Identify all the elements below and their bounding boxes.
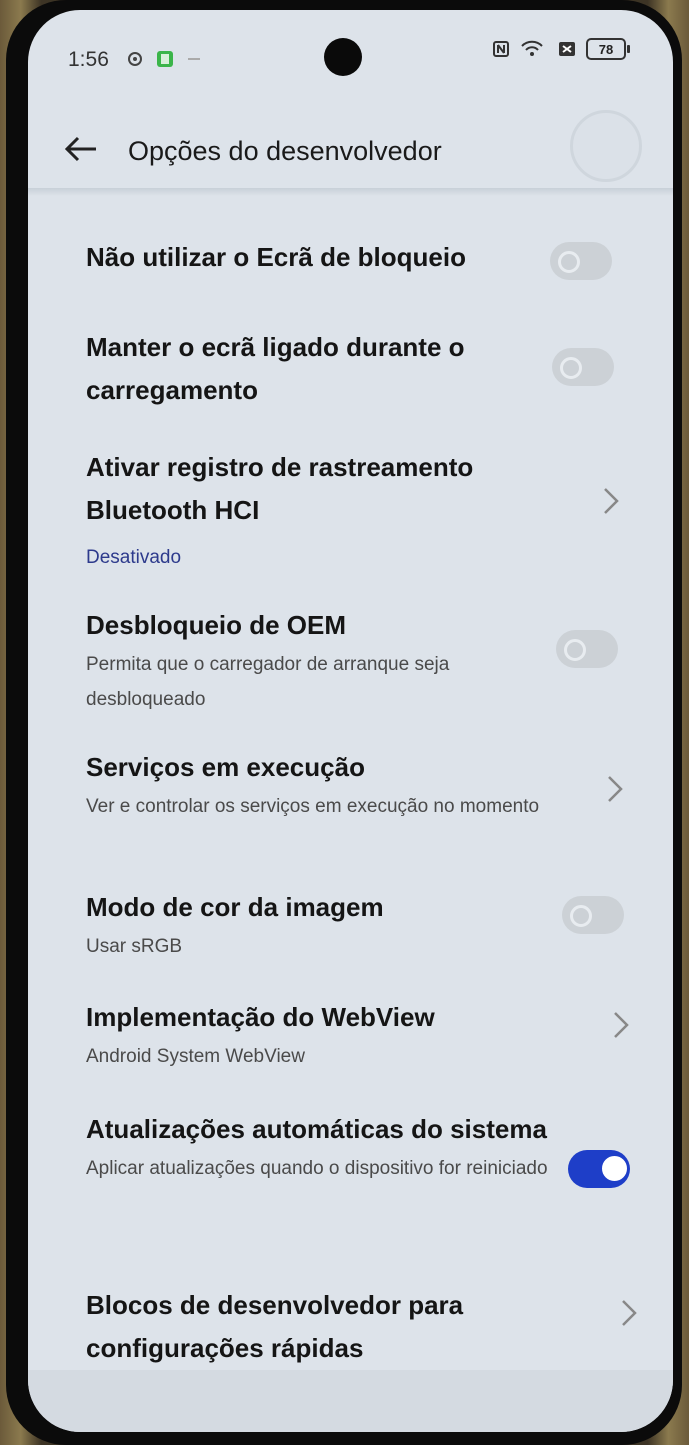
toggle-knob — [560, 357, 582, 379]
floating-button[interactable] — [570, 110, 642, 182]
settings-gear-icon — [128, 52, 142, 66]
toggle-knob — [558, 251, 580, 273]
toggle-knob — [564, 639, 586, 661]
no-sim-icon — [559, 42, 575, 56]
setting-oem-unlock[interactable]: Desbloqueio de OEM Permita que o carrega… — [86, 604, 556, 717]
status-dash — [188, 58, 200, 60]
setting-title: Desbloqueio de OEM — [86, 610, 347, 640]
back-arrow-icon[interactable] — [64, 136, 98, 162]
phone-bezel: 1:56 78 Opções do desenvolvedor Não util… — [6, 0, 682, 1445]
setting-title: Ativar registro de rastreamento Bluetoot… — [86, 452, 474, 525]
setting-title: Blocos de desenvolvedor para configuraçõ… — [86, 1290, 464, 1363]
chevron-right-icon[interactable] — [620, 1298, 638, 1328]
setting-title: Atualizações automáticas do sistema — [86, 1114, 547, 1144]
toggle-stay-awake[interactable] — [552, 348, 614, 386]
toggle-lock-screen[interactable] — [550, 242, 612, 280]
setting-webview[interactable]: Implementação do WebView Android System … — [86, 996, 556, 1074]
toggle-oem-unlock[interactable] — [556, 630, 618, 668]
toggle-color-mode[interactable] — [562, 896, 624, 934]
nfc-icon — [493, 41, 509, 57]
phone-screen: 1:56 78 Opções do desenvolvedor Não util… — [28, 10, 673, 1432]
setting-title: Manter o ecrã ligado durante o carregame… — [86, 332, 465, 405]
wifi-icon — [521, 40, 543, 56]
setting-stay-awake[interactable]: Manter o ecrã ligado durante o carregame… — [86, 326, 556, 412]
chevron-right-icon[interactable] — [606, 774, 624, 804]
front-camera — [324, 38, 362, 76]
setting-title: Não utilizar o Ecrã de bloqueio — [86, 242, 466, 272]
battery-indicator: 78 — [586, 38, 630, 60]
setting-subtitle: Usar sRGB — [86, 936, 183, 957]
page-title: Opções do desenvolvedor — [128, 136, 442, 166]
setting-subtitle: Ver e controlar os serviços em execução … — [86, 796, 540, 817]
chevron-right-icon[interactable] — [602, 486, 620, 516]
setting-subtitle: Aplicar atualizações quando o dispositiv… — [86, 1158, 548, 1179]
status-time: 1:56 — [68, 48, 109, 71]
setting-color-mode[interactable]: Modo de cor da imagem Usar sRGB — [86, 886, 556, 964]
navigation-bar — [28, 1370, 673, 1432]
chevron-right-icon[interactable] — [612, 1010, 630, 1040]
header-divider — [28, 188, 673, 196]
setting-auto-updates[interactable]: Atualizações automáticas do sistema Apli… — [86, 1108, 556, 1186]
setting-bluetooth-hci[interactable]: Ativar registro de rastreamento Bluetoot… — [86, 446, 556, 575]
setting-lock-screen[interactable]: Não utilizar o Ecrã de bloqueio — [86, 236, 556, 279]
setting-quick-tiles[interactable]: Blocos de desenvolvedor para configuraçõ… — [86, 1284, 556, 1370]
battery-level: 78 — [598, 41, 614, 57]
setting-title: Modo de cor da imagem — [86, 892, 384, 922]
status-bar: 1:56 78 — [28, 10, 673, 100]
setting-subtitle: Desativado — [86, 547, 182, 568]
toggle-auto-updates[interactable] — [568, 1150, 630, 1188]
setting-title: Implementação do WebView — [86, 1002, 435, 1032]
app-bar: Opções do desenvolvedor — [28, 100, 673, 190]
app-notification-icon — [157, 51, 173, 67]
setting-running-services[interactable]: Serviços em execução Ver e controlar os … — [86, 746, 556, 824]
toggle-knob — [602, 1156, 627, 1181]
toggle-knob — [570, 905, 592, 927]
setting-subtitle: Android System WebView — [86, 1046, 305, 1067]
setting-title: Serviços em execução — [86, 752, 365, 782]
setting-subtitle: Permita que o carregador de arranque sej… — [86, 654, 450, 710]
